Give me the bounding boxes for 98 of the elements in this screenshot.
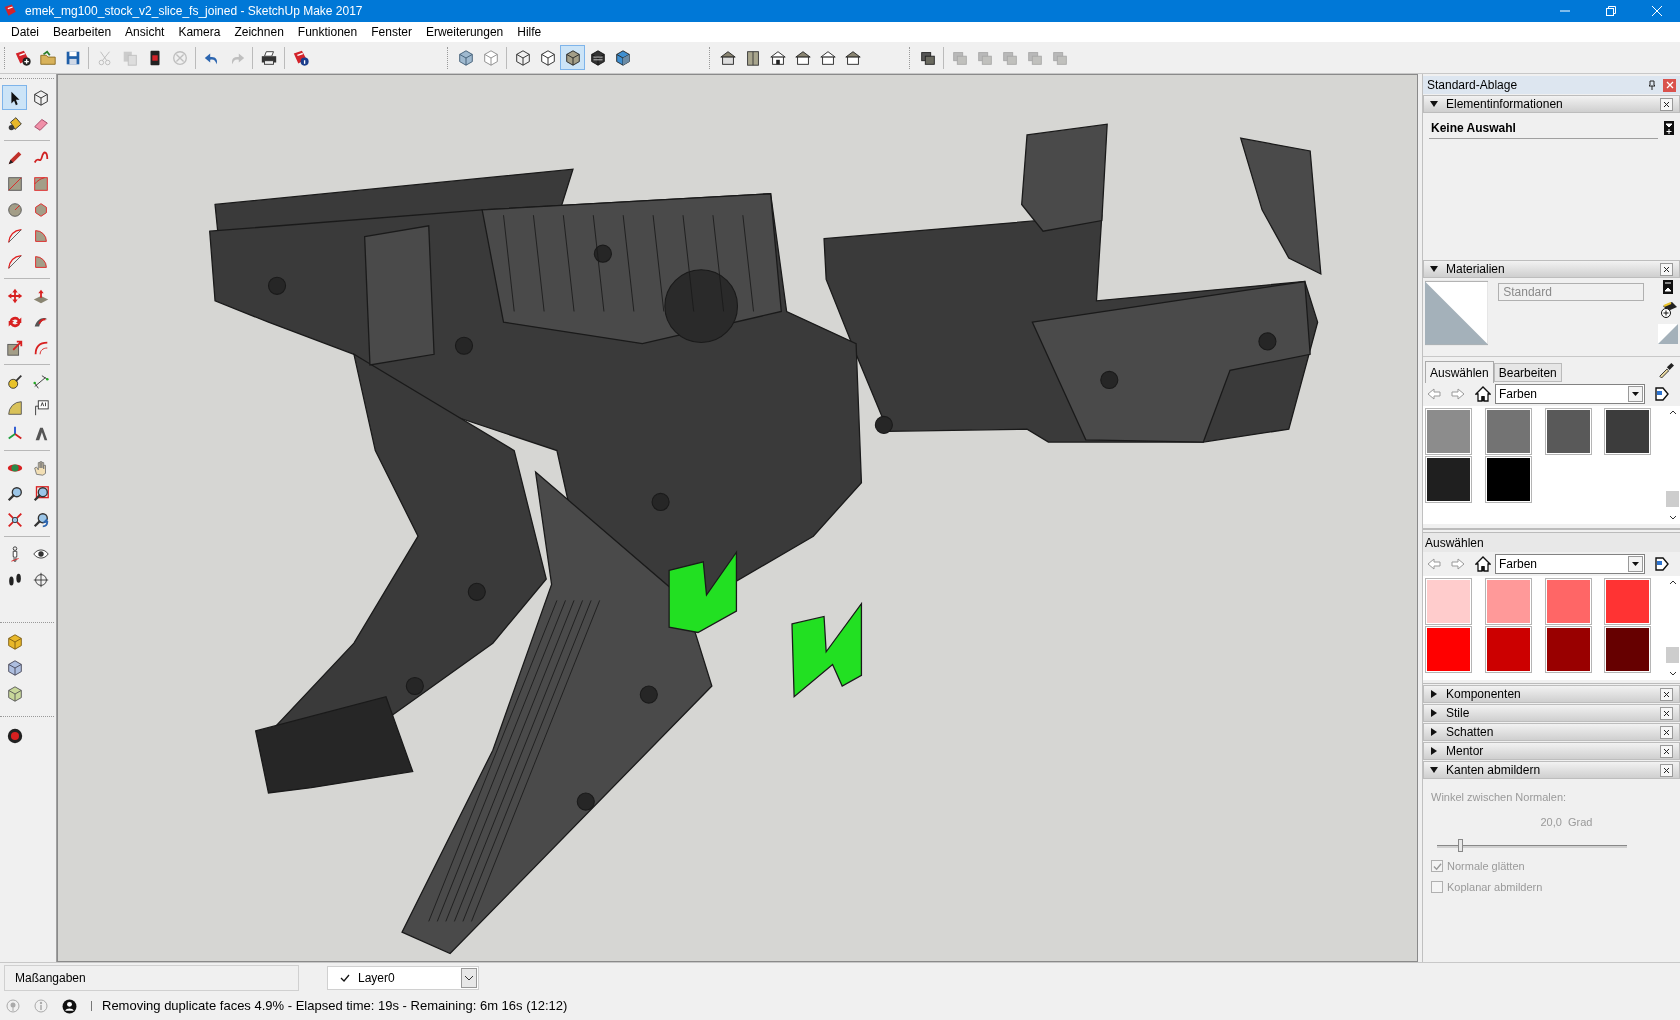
menu-item[interactable]: Fenster [364, 22, 419, 42]
angle-label: Winkel zwischen Normalen: [1431, 790, 1568, 805]
tab[interactable]: Auswählen [1425, 361, 1494, 383]
model-drawing[interactable] [209, 123, 1322, 955]
collapse-triangle-icon[interactable] [1430, 265, 1438, 273]
close-icon[interactable] [1660, 706, 1673, 720]
library-dropdown[interactable]: Farben [1495, 384, 1645, 404]
color-swatch[interactable] [1425, 578, 1472, 625]
slider-thumb[interactable] [1457, 839, 1463, 852]
menu-item[interactable]: Ansicht [118, 22, 172, 42]
checkbox-label: Normale glätten [1447, 859, 1525, 874]
checkbox[interactable] [1431, 880, 1443, 893]
toggle-details-icon[interactable] [1664, 121, 1674, 135]
panel-header[interactable]: Kanten abmildern [1423, 761, 1680, 779]
details-arrow-icon[interactable] [1655, 557, 1669, 571]
panel-title: Materialien [1446, 261, 1506, 278]
panel-header[interactable]: Mentor [1423, 742, 1680, 760]
solid-cube-icon[interactable] [560, 45, 585, 70]
color-swatch[interactable] [1425, 456, 1472, 503]
menu-item[interactable]: Datei [4, 22, 46, 42]
collapse-triangle-icon[interactable] [1430, 766, 1438, 774]
expand-triangle-icon[interactable] [1430, 728, 1438, 736]
details-arrow-icon[interactable] [1655, 387, 1669, 401]
window-title: emek_mg100_stock_v2_slice_fs_joined - SketchUp Make 2017 [25, 3, 363, 20]
pin-icon[interactable] [1647, 80, 1657, 90]
checkbox[interactable] [1431, 860, 1443, 873]
color-swatch[interactable] [1484, 456, 1532, 503]
color-swatch[interactable] [1484, 578, 1532, 625]
menu-item[interactable]: Funktionen [290, 22, 365, 42]
color-swatch[interactable] [1484, 408, 1532, 455]
scroll-thumb[interactable] [1666, 647, 1679, 663]
color-swatch[interactable] [1544, 626, 1592, 673]
scroll-down-icon[interactable] [1668, 515, 1677, 521]
measurements-box[interactable]: Maßangaben [4, 964, 299, 991]
close-icon[interactable] [1660, 725, 1673, 739]
angle-slider[interactable] [1437, 838, 1627, 854]
menu-item[interactable]: Hilfe [510, 22, 549, 42]
dropdown-arrow-icon[interactable] [1632, 562, 1639, 566]
panel-header[interactable]: Materialien [1423, 260, 1680, 278]
scroll-thumb[interactable] [1666, 491, 1679, 507]
user-icon[interactable] [62, 998, 77, 1014]
panel-header[interactable]: Stile [1423, 704, 1680, 722]
scroll-down-icon[interactable] [1668, 671, 1677, 677]
menu-item[interactable]: Erweiterungen [418, 22, 511, 42]
panel-title: Elementinformationen [1446, 96, 1564, 113]
close-icon[interactable] [1660, 687, 1673, 701]
close-icon[interactable] [1660, 97, 1673, 111]
menu-item[interactable]: Zeichnen [227, 22, 291, 42]
collapse-triangle-icon[interactable] [1430, 100, 1438, 108]
panel-header[interactable]: Schatten [1423, 723, 1680, 741]
panel-title: Stile [1446, 705, 1471, 722]
library-dropdown[interactable]: Farben [1495, 554, 1645, 574]
checkbox-label: Koplanar abmildern [1447, 879, 1543, 895]
close-icon[interactable] [1660, 744, 1673, 758]
close-icon[interactable] [1660, 763, 1673, 777]
panel-title: Kanten abmildern [1446, 762, 1542, 779]
color-swatch[interactable] [1484, 626, 1532, 673]
dropdown-arrow-icon[interactable] [1632, 392, 1639, 396]
app-logo-icon [3, 3, 19, 19]
color-swatch[interactable] [1604, 626, 1652, 673]
home-icon[interactable] [1475, 556, 1491, 572]
create-material-icon[interactable] [1659, 300, 1677, 318]
material-preview [1425, 280, 1489, 346]
model-viewport[interactable] [57, 74, 1418, 962]
close-icon[interactable] [1660, 262, 1673, 276]
library-value: Farben [1499, 386, 1539, 403]
panel-title: Komponenten [1446, 686, 1522, 703]
expand-triangle-icon[interactable] [1430, 690, 1438, 698]
status-text: Removing duplicate faces 4.9% - Elapsed time: 19s - Remaining: 6m 16s (12:12) [102, 997, 568, 1016]
color-swatch[interactable] [1544, 578, 1592, 625]
measurements-label: Maßangaben [15, 969, 86, 987]
color-swatch[interactable] [1425, 626, 1472, 673]
check-icon [340, 972, 350, 983]
selection-label: Keine Auswahl [1429, 117, 1658, 139]
panel-header[interactable]: Elementinformationen [1423, 95, 1680, 113]
tab[interactable]: Bearbeiten [1493, 363, 1562, 382]
color-swatch[interactable] [1604, 408, 1652, 455]
scroll-up-icon[interactable] [1668, 409, 1677, 415]
panel-title: Schatten [1446, 724, 1495, 741]
layer-name: Layer0 [358, 969, 396, 987]
expand-triangle-icon[interactable] [1430, 747, 1438, 755]
menu-item[interactable]: Bearbeiten [46, 22, 119, 42]
color-swatch[interactable] [1604, 578, 1652, 625]
menu-item[interactable]: Kamera [171, 22, 228, 42]
color-swatch[interactable] [1544, 408, 1592, 455]
library-value: Farben [1499, 556, 1539, 573]
tray-title: Standard-Ablage [1427, 77, 1519, 94]
scroll-up-icon[interactable] [1668, 579, 1677, 585]
eyedropper-icon[interactable] [1658, 362, 1674, 378]
angle-reading: 20,0 Grad [1540, 814, 1593, 830]
expand-triangle-icon[interactable] [1430, 709, 1438, 717]
home-icon[interactable] [1475, 386, 1491, 402]
layer-dropdown[interactable]: Layer0 [327, 965, 479, 990]
section-label: Auswählen [1425, 534, 1484, 552]
panel-header[interactable]: Komponenten [1423, 685, 1680, 703]
toggle-details-icon[interactable] [1663, 280, 1673, 294]
color-swatch[interactable] [1425, 408, 1472, 455]
panel-title: Mentor [1446, 743, 1485, 760]
